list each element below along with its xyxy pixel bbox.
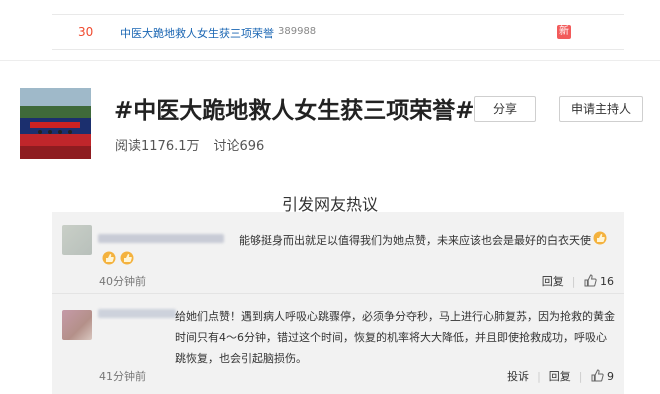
like-button[interactable]: 9: [591, 369, 614, 385]
like-count: 16: [600, 275, 614, 288]
username-blurred[interactable]: [98, 234, 224, 243]
comment-item: 给她们点赞！遇到病人呼吸心跳骤停，必须争分夺秒，马上进行心肺复苏，因为抢救的黄金…: [52, 295, 624, 394]
reply-button[interactable]: 回复: [549, 370, 571, 383]
separator: |: [578, 370, 583, 383]
divider: [0, 60, 660, 61]
comment-actions: 回复 | 16: [542, 273, 614, 290]
discussion-count: 讨论696: [213, 139, 265, 154]
like-count: 9: [607, 370, 614, 383]
apply-host-button[interactable]: 申请主持人: [559, 96, 643, 122]
hot-count: 389988: [278, 26, 317, 37]
topic-title: #中医大跪地救人女生获三项荣誉#: [114, 98, 475, 124]
comment-item: 能够挺身而出就足以值得我们为她点赞，未来应该也会是最好的白衣天使 40分钟前 回…: [52, 212, 624, 294]
like-icon: [591, 369, 604, 385]
avatar[interactable]: [62, 225, 92, 255]
comments-panel: 能够挺身而出就足以值得我们为她点赞，未来应该也会是最好的白衣天使 40分钟前 回…: [52, 212, 624, 394]
hot-title-link[interactable]: 中医大跪地救人女生获三项荣誉: [120, 25, 274, 41]
separator: |: [537, 370, 541, 383]
new-badge: 新: [557, 25, 571, 39]
thumbs-up-emoji-icon: [593, 231, 607, 252]
hot-rank: 30: [78, 25, 94, 39]
report-button[interactable]: 投诉: [507, 370, 529, 383]
comment-actions: 投诉 | 回复 | 9: [507, 368, 614, 385]
topic-thumbnail[interactable]: [20, 88, 91, 159]
read-count: 阅读1176.1万: [115, 139, 200, 154]
topic-stats: 阅读1176.1万 讨论696: [115, 135, 264, 154]
thumbs-up-emoji-icon: [120, 250, 134, 269]
share-button[interactable]: 分享: [474, 96, 536, 122]
comment-text: 给她们点赞！遇到病人呼吸心跳骤停，必须争分夺秒，马上进行心肺复苏，因为抢救的黄金…: [175, 310, 615, 365]
like-button[interactable]: 16: [584, 274, 614, 290]
separator: |: [571, 275, 576, 288]
emoji-row: [102, 250, 138, 269]
avatar[interactable]: [62, 310, 92, 340]
username-blurred[interactable]: [98, 309, 176, 318]
comment-time: 40分钟前: [99, 275, 146, 288]
comment-time: 41分钟前: [99, 370, 146, 383]
hot-list-row[interactable]: 30 中医大跪地救人女生获三项荣誉 389988 新: [52, 14, 624, 50]
comment-text: 能够挺身而出就足以值得我们为她点赞，未来应该也会是最好的白衣天使: [239, 230, 619, 252]
thumbs-up-emoji-icon: [102, 250, 116, 269]
like-icon: [584, 274, 597, 290]
reply-button[interactable]: 回复: [542, 275, 564, 288]
